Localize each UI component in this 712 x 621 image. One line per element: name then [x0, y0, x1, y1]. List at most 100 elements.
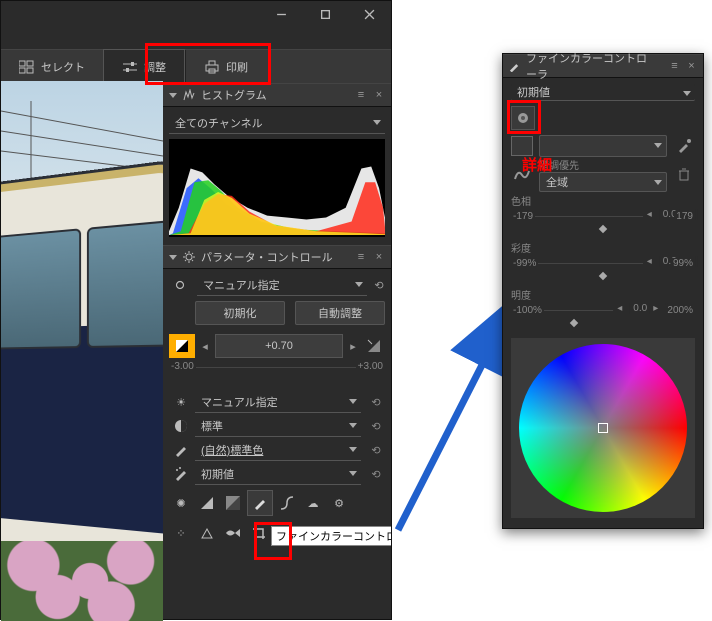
app-window: セレクト 調整 印刷 ヒストグラム ≡ × 全てのチャンネル: [0, 0, 392, 620]
nr-dropdown[interactable]: 初期値: [195, 464, 361, 485]
exposure-slider[interactable]: -3.00 +3.00: [169, 361, 385, 372]
chevron-down-icon: [654, 180, 662, 185]
slider-value: 0.0: [631, 303, 649, 314]
contrast-icon: [169, 419, 193, 433]
panel-close-icon[interactable]: ×: [373, 89, 385, 101]
contrast-small-icon[interactable]: [195, 491, 219, 515]
brush-icon: [169, 443, 193, 457]
tab-print[interactable]: 印刷: [185, 50, 266, 84]
luminance-param: 明度 -100% ◂0.0▸ 200%: [511, 287, 695, 326]
slider-knob[interactable]: [599, 272, 607, 280]
color-wheel[interactable]: [519, 344, 687, 512]
thumbnails-icon: [19, 60, 35, 74]
eyedropper-icon[interactable]: [673, 135, 695, 157]
param-ctrl-header[interactable]: パラメータ・コントロール ≡ ×: [163, 245, 391, 269]
decrement-icon[interactable]: ◂: [199, 340, 211, 353]
panel-menu-icon[interactable]: ≡: [355, 89, 367, 101]
channel-dropdown[interactable]: 全てのチャンネル: [169, 113, 385, 134]
panel-menu-icon[interactable]: ≡: [669, 60, 680, 72]
detail-toggle-button[interactable]: [511, 106, 535, 130]
auto-adjust-button[interactable]: 自動調整: [295, 301, 385, 325]
tab-adjust[interactable]: 調整: [103, 49, 185, 85]
fine-color-controller-button[interactable]: [247, 490, 273, 516]
chevron-down-icon: [349, 471, 357, 476]
slider-min: -179: [511, 211, 535, 222]
color-wheel-cursor[interactable]: [598, 423, 608, 433]
saturation-param: 彩度 -99% ◂0.0▸ 99%: [511, 240, 695, 279]
histogram-icon: [183, 89, 195, 101]
close-button[interactable]: [347, 1, 391, 27]
triangle-icon[interactable]: [195, 521, 219, 545]
luminance-slider[interactable]: -100% ◂0.0▸ 200%: [511, 302, 695, 318]
mode-dropdown[interactable]: マニュアル指定: [197, 275, 367, 296]
slider-min: -99%: [511, 258, 538, 269]
maximize-button[interactable]: [303, 1, 347, 27]
dots-icon[interactable]: ⁘: [169, 521, 193, 545]
reset-button[interactable]: 初期化: [195, 301, 285, 325]
tooltip-text: ファインカラーコントローラ: [276, 531, 391, 543]
annotation-text: 詳細: [522, 154, 552, 175]
exposure-icon: [169, 334, 195, 358]
exposure-value[interactable]: +0.70: [215, 334, 343, 358]
revert-icon[interactable]: ⟲: [367, 444, 385, 456]
crop-icon[interactable]: [247, 521, 271, 545]
wb-dropdown[interactable]: マニュアル指定: [195, 392, 361, 413]
minimize-button[interactable]: [259, 1, 303, 27]
slider-max: 99%: [671, 258, 695, 269]
sun-small-icon[interactable]: ✺: [169, 491, 193, 515]
sample-color-swatch[interactable]: [511, 136, 533, 156]
revert-icon[interactable]: ⟲: [367, 420, 385, 432]
gradation-icon[interactable]: [221, 491, 245, 515]
sample-color-dropdown[interactable]: [539, 135, 667, 157]
slider-knob[interactable]: [599, 225, 607, 233]
increment-icon[interactable]: ▸: [347, 340, 359, 353]
curve-icon[interactable]: [275, 491, 299, 515]
chevron-down-icon: [355, 282, 363, 287]
param-label: 明度: [511, 287, 695, 302]
fine-color-controller-panel: ファインカラーコントローラ ≡ × 初期値 階調優先 全域 色相 -179: [502, 53, 704, 529]
button-label: 初期化: [224, 305, 257, 321]
side-panels: ヒストグラム ≡ × 全てのチャンネル パラメータ・コントロール: [163, 83, 391, 619]
gear-tool-icon[interactable]: ⚙: [327, 491, 351, 515]
increment-icon[interactable]: ▸: [651, 303, 665, 314]
panel-title: ファインカラーコントローラ: [526, 50, 657, 82]
cloud-icon[interactable]: ☁: [301, 491, 325, 515]
dropdown-value: 初期値: [201, 466, 234, 482]
scope-dropdown[interactable]: 全域: [539, 172, 667, 192]
panel-menu-icon[interactable]: ≡: [355, 251, 367, 263]
hue-slider[interactable]: -179 ◂0.0▸ 179: [511, 208, 695, 224]
param-label: 色相: [511, 193, 695, 208]
tab-select[interactable]: セレクト: [1, 50, 103, 84]
dropdown-value: (自然)標準色: [201, 442, 263, 458]
dropdown-value: 標準: [201, 418, 223, 434]
panel-title: パラメータ・コントロール: [201, 249, 333, 265]
collapse-icon: [169, 255, 177, 260]
gear-icon: [183, 251, 195, 263]
param-label: 彩度: [511, 240, 695, 255]
slider-knob[interactable]: [569, 319, 577, 327]
fish-icon[interactable]: [221, 521, 245, 545]
revert-icon[interactable]: ⟲: [367, 468, 385, 480]
histogram-header[interactable]: ヒストグラム ≡ ×: [163, 83, 391, 107]
auto-exposure-icon[interactable]: [363, 340, 385, 352]
tab-label: 印刷: [226, 59, 248, 75]
panel-close-icon[interactable]: ×: [373, 251, 385, 263]
scope-label: 階調優先: [539, 157, 667, 172]
tone-dropdown[interactable]: 標準: [195, 416, 361, 437]
revert-icon[interactable]: ⟲: [373, 279, 385, 291]
decrement-icon[interactable]: ◂: [645, 256, 659, 267]
image-preview[interactable]: [1, 81, 163, 621]
chevron-down-icon: [683, 91, 691, 96]
fcc-header[interactable]: ファインカラーコントローラ ≡ ×: [503, 54, 703, 78]
color-dropdown[interactable]: (自然)標準色: [195, 440, 361, 461]
preset-dropdown[interactable]: 初期値: [511, 84, 695, 101]
tooltip: ファインカラーコントローラ: [271, 526, 391, 546]
panel-close-icon[interactable]: ×: [686, 60, 697, 72]
decrement-icon[interactable]: ◂: [615, 303, 629, 314]
saturation-slider[interactable]: -99% ◂0.0▸ 99%: [511, 255, 695, 271]
slider-max: 179: [674, 211, 695, 222]
brush-icon: [509, 60, 520, 72]
revert-icon[interactable]: ⟲: [367, 396, 385, 408]
decrement-icon[interactable]: ◂: [645, 209, 659, 220]
trash-icon[interactable]: [673, 163, 695, 185]
